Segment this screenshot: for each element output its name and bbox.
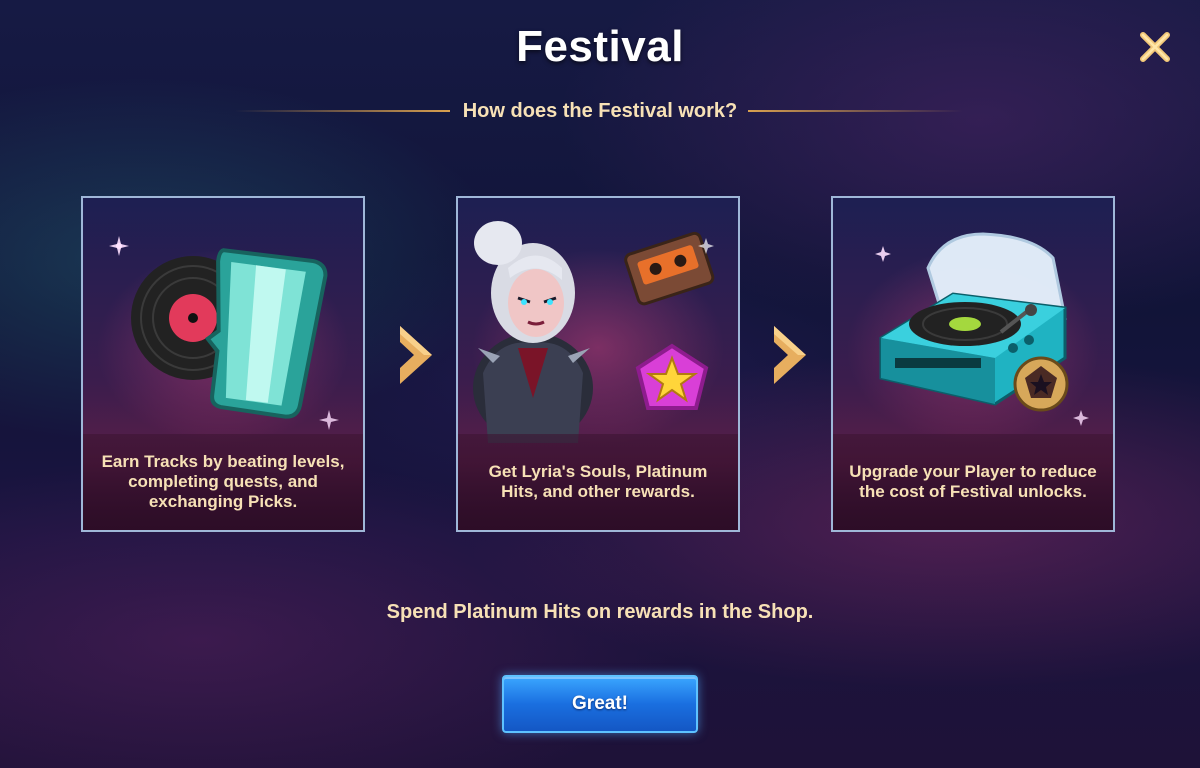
dialog-subtitle: How does the Festival work? bbox=[462, 100, 738, 122]
step-card-earn-tracks: Earn Tracks by beating levels, completin… bbox=[81, 196, 365, 532]
dialog-title: Festival bbox=[516, 22, 684, 71]
step-card-upgrade-player: Upgrade your Player to reduce the cost o… bbox=[831, 196, 1115, 532]
chevron-right-icon bbox=[774, 326, 806, 384]
step-text: Upgrade your Player to reduce the cost o… bbox=[833, 434, 1113, 530]
close-icon[interactable] bbox=[1138, 30, 1172, 64]
great-button[interactable]: Great! bbox=[502, 675, 698, 733]
footer-hint: Spend Platinum Hits on rewards in the Sh… bbox=[386, 601, 814, 623]
step-text: Get Lyria's Souls, Platinum Hits, and ot… bbox=[458, 434, 738, 530]
chevron-right-icon bbox=[400, 326, 432, 384]
turntable-player-icon bbox=[875, 232, 1089, 426]
step-card-get-rewards: Get Lyria's Souls, Platinum Hits, and ot… bbox=[456, 196, 740, 532]
great-button-label: Great! bbox=[572, 693, 628, 714]
lyria-hero-with-cassette-and-platinum-hit-icon bbox=[473, 221, 715, 443]
divider-right bbox=[748, 110, 963, 112]
subtitle-row: How does the Festival work? bbox=[0, 98, 1200, 128]
vinyl-record-with-track-card-icon bbox=[109, 236, 339, 430]
step-text: Earn Tracks by beating levels, completin… bbox=[83, 434, 363, 530]
